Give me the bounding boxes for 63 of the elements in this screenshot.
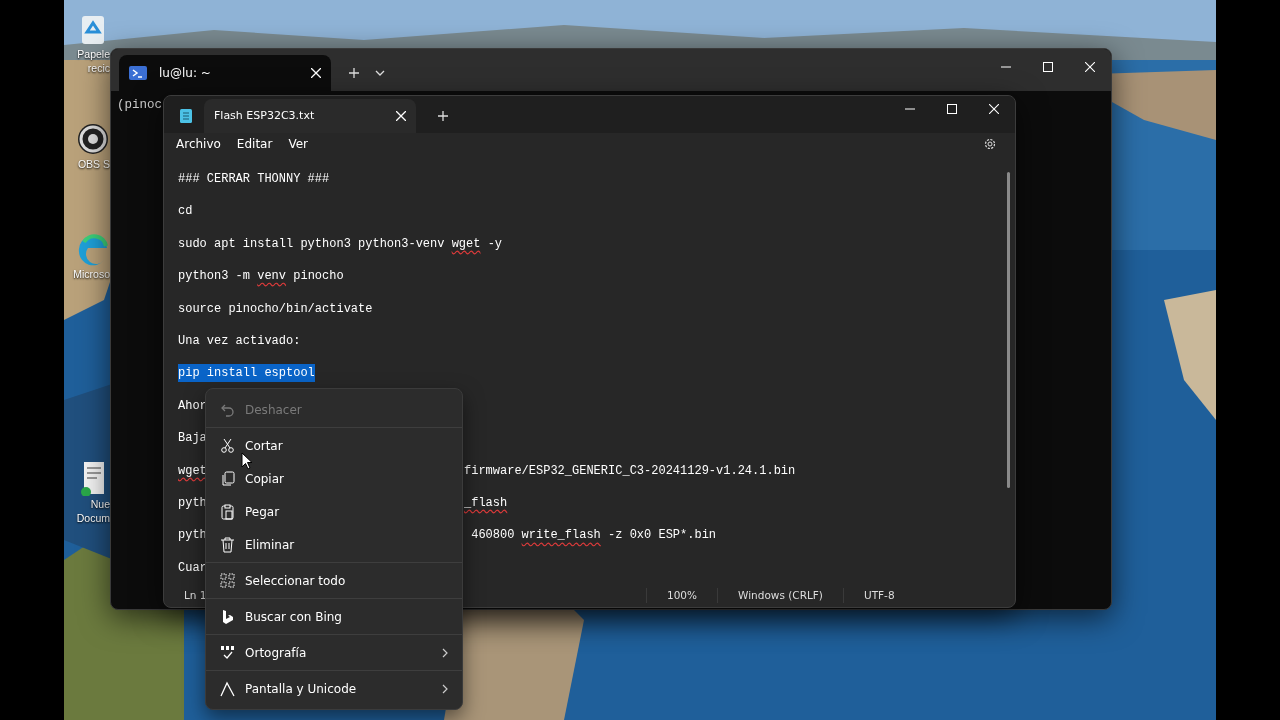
spellcheck-icon bbox=[220, 644, 235, 661]
browser-icon bbox=[76, 232, 110, 266]
terminal-icon bbox=[129, 66, 147, 80]
text-line: ### CERRAR THONNY ### bbox=[178, 171, 330, 189]
menu-option[interactable]: Pegar bbox=[210, 495, 458, 528]
text-line: Una vez activado: bbox=[178, 333, 301, 351]
cursor-icon bbox=[241, 452, 253, 470]
text-line: Cuar bbox=[178, 559, 207, 577]
tab-title: Flash ESP32C3.txt bbox=[214, 107, 315, 124]
trash-icon bbox=[220, 536, 235, 553]
logo-icon bbox=[220, 608, 235, 625]
chevron-up-icon bbox=[220, 680, 235, 697]
status-text: Ln 1 bbox=[183, 587, 208, 603]
settings-icon[interactable] bbox=[983, 137, 997, 152]
icon-label: Microso bbox=[73, 268, 110, 280]
clipboard-icon bbox=[220, 503, 235, 520]
icon-label: Docum bbox=[76, 512, 110, 524]
scrollbar-thumb[interactable] bbox=[1007, 171, 1010, 488]
menu-option[interactable]: Buscar con Bing bbox=[210, 600, 458, 633]
icon-label: Nue bbox=[90, 498, 110, 510]
icon-label: Papele bbox=[77, 48, 110, 60]
tab-title: lu@lu: ~ bbox=[159, 65, 211, 82]
text-line: 460800 write_flash -z 0x0 ESP*.bin bbox=[470, 527, 717, 545]
chevron-down-icon[interactable] bbox=[375, 70, 385, 76]
menu-option[interactable]: Cortar bbox=[210, 429, 458, 462]
add-tab-icon[interactable] bbox=[438, 110, 448, 121]
text-line: _flash bbox=[464, 495, 508, 512]
menu-item[interactable]: Archivo bbox=[168, 133, 229, 156]
text-line: source pinocho/bin/activate bbox=[178, 300, 373, 318]
add-tab-icon[interactable] bbox=[349, 68, 359, 78]
menu-item[interactable]: Editar bbox=[228, 133, 281, 156]
close-icon[interactable] bbox=[989, 104, 999, 114]
maximize-icon[interactable] bbox=[1043, 62, 1053, 72]
maximize-icon[interactable] bbox=[947, 104, 957, 114]
menu-option[interactable]: Eliminar bbox=[210, 528, 458, 561]
notepad-icon bbox=[180, 108, 192, 123]
terminal-text: (pinoc bbox=[117, 97, 162, 113]
status-text: 100% bbox=[646, 587, 718, 604]
close-icon[interactable] bbox=[396, 110, 406, 121]
text-line: cd bbox=[178, 203, 193, 221]
text-line: firmware/ESP32_GENERIC_C3-20241129-v1.24.1.bin bbox=[464, 462, 796, 480]
menu-option[interactable]: Copiar bbox=[210, 462, 458, 495]
status-text: Windows (CRLF) bbox=[717, 587, 843, 604]
icon-label: OBS S bbox=[77, 158, 110, 170]
status-text: UTF-8 bbox=[842, 587, 915, 604]
terminal-tab[interactable]: lu@lu: ~ bbox=[119, 55, 331, 91]
text-line: sudo apt install python3 python3-venv wget -y bbox=[178, 235, 503, 253]
text-line: Ahor bbox=[178, 397, 207, 415]
copy-icon bbox=[220, 470, 235, 487]
select-all-icon bbox=[220, 572, 235, 589]
menu-option[interactable]: Pantalla y Unicode bbox=[210, 672, 458, 705]
menu-option[interactable]: Seleccionar todo bbox=[210, 564, 458, 597]
menu-item[interactable]: Ver bbox=[280, 133, 316, 156]
scissors-icon bbox=[220, 437, 235, 454]
text-line: wget bbox=[178, 462, 207, 480]
file-tab[interactable]: Flash ESP32C3.txt bbox=[204, 98, 416, 133]
recording-app-icon bbox=[76, 122, 110, 156]
menu-option[interactable]: Ortografía bbox=[210, 636, 458, 669]
text-line: Baja bbox=[178, 430, 207, 448]
text-line: python3 -m venv pinocho bbox=[178, 268, 344, 286]
icon-label: recic bbox=[87, 62, 110, 74]
close-icon[interactable] bbox=[1085, 62, 1095, 72]
close-icon[interactable] bbox=[311, 68, 321, 78]
